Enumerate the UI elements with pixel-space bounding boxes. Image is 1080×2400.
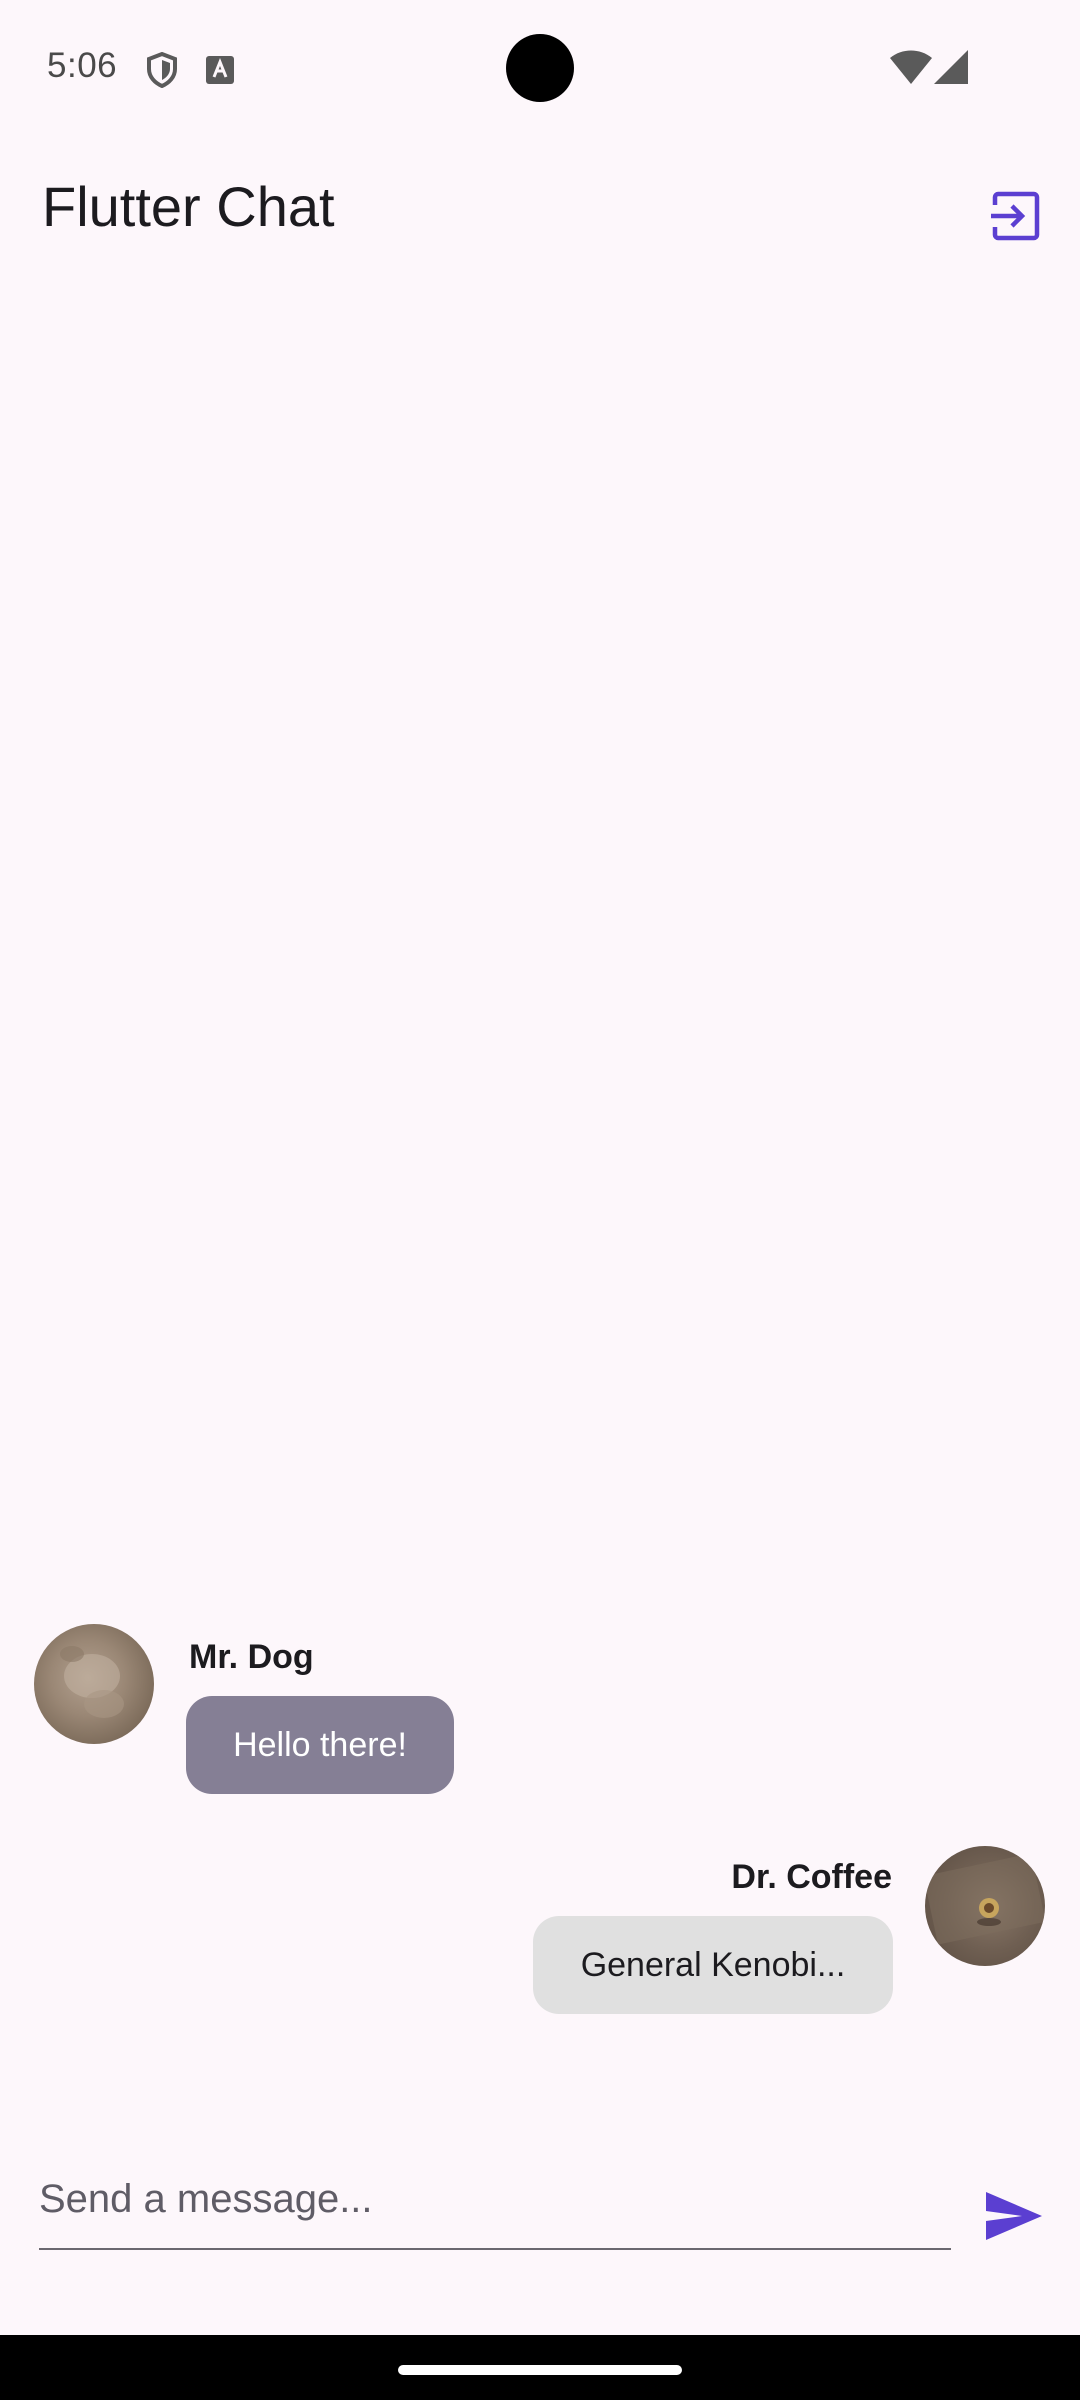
- keyboard-a-icon: [206, 56, 234, 84]
- wifi-icon: [890, 50, 932, 84]
- home-gesture-handle[interactable]: [398, 2365, 682, 2375]
- dog-photo: [60, 1646, 124, 1718]
- status-bar: 5:06: [0, 0, 1080, 136]
- message-bubble[interactable]: General Kenobi...: [533, 1916, 893, 2014]
- message-input[interactable]: [39, 2150, 951, 2250]
- sender-name: Dr. Coffee: [731, 1858, 892, 1896]
- logout-button[interactable]: [980, 180, 1052, 252]
- message-text: Hello there!: [233, 1725, 407, 1764]
- coffee-avatar[interactable]: [925, 1846, 1045, 1966]
- dog-avatar[interactable]: [34, 1624, 154, 1744]
- camera-cutout: [506, 34, 574, 102]
- message-row-mr-dog: Mr. Dog Hello there!: [0, 1620, 1080, 1800]
- message-bubble[interactable]: Hello there!: [186, 1696, 454, 1794]
- sender-name: Mr. Dog: [189, 1638, 314, 1676]
- send-button[interactable]: [978, 2180, 1050, 2252]
- coffee-photo: [925, 1853, 1045, 1945]
- cellular-signal-icon: [934, 50, 968, 84]
- app-title: Flutter Chat: [42, 175, 335, 238]
- message-text: General Kenobi...: [580, 1945, 846, 1984]
- status-time: 5:06: [47, 46, 118, 85]
- message-row-dr-coffee: Dr. Coffee General Kenobi...: [0, 1840, 1080, 2020]
- message-composer: [0, 2150, 1080, 2300]
- app-bar: Flutter Chat: [0, 136, 1080, 280]
- logout-icon: [991, 191, 1040, 241]
- system-navigation-bar: [0, 2335, 1080, 2400]
- chat-screen: 5:06 Flutter Chat Mr. Dog Hello there! D…: [0, 0, 1080, 2400]
- send-icon: [986, 2192, 1042, 2240]
- shield-icon: [147, 52, 177, 88]
